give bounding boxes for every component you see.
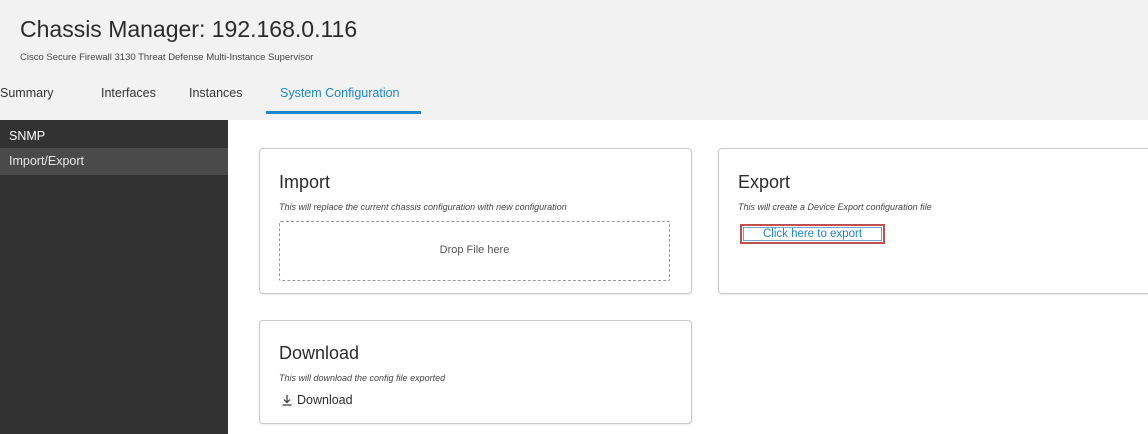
import-description: This will replace the current chassis co… [279,202,567,212]
page-title: Chassis Manager: 192.168.0.116 [20,16,358,42]
sidebar-item-snmp[interactable]: SNMP [0,123,228,150]
export-card: Export This will create a Device Export … [718,148,1148,294]
download-description: This will download the config file expor… [279,373,446,383]
export-description: This will create a Device Export configu… [738,202,932,212]
download-icon [282,395,292,406]
download-title: Download [279,343,360,363]
chassis-manager-page: Chassis Manager: 192.168.0.116 Cisco Sec… [0,0,1148,434]
download-card: Download This will download the config f… [259,320,692,424]
download-button[interactable]: Download [281,393,353,407]
tab-summary[interactable]: Summary [0,86,53,100]
sidebar-item-import-export[interactable]: Import/Export [0,148,228,175]
download-label: Download [297,393,353,407]
export-link-highlight: Click here to export [740,224,885,244]
tab-instances[interactable]: Instances [189,86,243,100]
export-title: Export [738,172,791,192]
tab-system-configuration[interactable]: System Configuration [280,86,400,100]
active-tab-indicator [266,111,421,114]
import-card: Import This will replace the current cha… [259,148,692,294]
page-header: Chassis Manager: 192.168.0.116 Cisco Sec… [0,0,1148,120]
export-link[interactable]: Click here to export [743,227,882,241]
tab-interfaces[interactable]: Interfaces [101,86,156,100]
device-subtitle: Cisco Secure Firewall 3130 Threat Defens… [20,52,314,63]
file-drop-zone[interactable]: Drop File here [279,221,670,281]
sidebar: SNMP Import/Export [0,120,228,434]
import-title: Import [279,172,331,192]
